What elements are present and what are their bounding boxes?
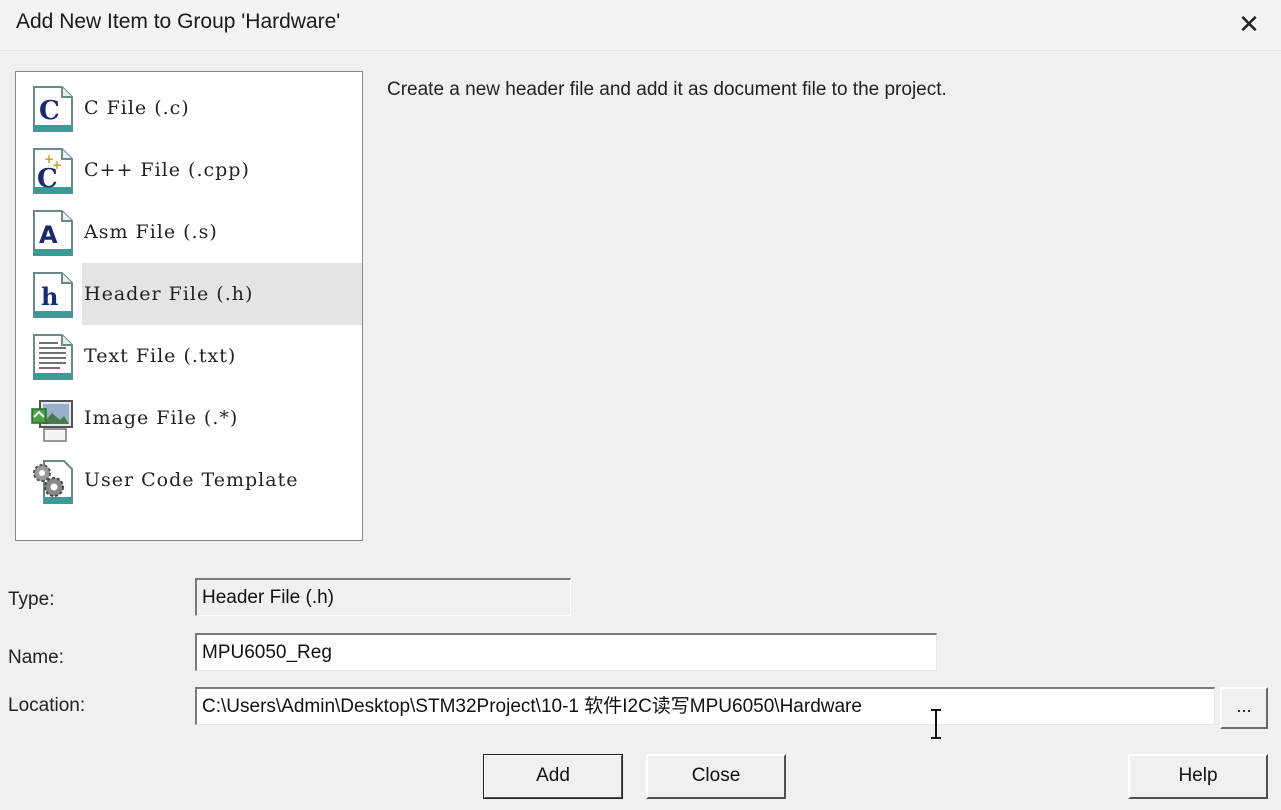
list-item-asm-file[interactable]: A Asm File (.s): [16, 201, 362, 263]
user-code-template-icon: [33, 460, 73, 504]
list-item-image-file[interactable]: Image File (.*): [16, 387, 362, 449]
image-file-icon: [31, 400, 73, 442]
title-bar: Add New Item to Group 'Hardware' ✕: [0, 0, 1281, 51]
c-file-icon: C: [33, 86, 73, 132]
help-button[interactable]: Help: [1128, 754, 1268, 799]
list-item-label: Header File (.h): [82, 263, 362, 325]
list-item-label: Image File (.*): [84, 407, 239, 429]
close-button[interactable]: Close: [646, 754, 786, 799]
location-field[interactable]: C:\Users\Admin\Desktop\STM32Project\10-1…: [195, 687, 1215, 725]
list-item-label: Text File (.txt): [84, 345, 237, 367]
item-type-list[interactable]: C C File (.c) C + + C++ File (.cpp) A As…: [15, 71, 363, 541]
add-button[interactable]: Add: [483, 754, 623, 799]
text-file-icon: [33, 334, 73, 380]
list-item-c-file[interactable]: C C File (.c): [16, 77, 362, 139]
header-file-icon: h: [33, 272, 73, 318]
location-label: Location:: [8, 695, 86, 716]
list-item-label: Asm File (.s): [84, 221, 218, 243]
svg-text:C: C: [39, 96, 60, 126]
list-item-text-file[interactable]: Text File (.txt): [16, 325, 362, 387]
list-item-label: User Code Template: [84, 469, 299, 491]
item-description: Create a new header file and add it as d…: [387, 79, 947, 100]
type-field: Header File (.h): [195, 578, 571, 616]
svg-text:+: +: [52, 158, 62, 172]
svg-text:h: h: [41, 282, 58, 311]
asm-file-icon: A: [33, 210, 73, 256]
list-item-header-file[interactable]: h Header File (.h): [16, 263, 362, 325]
text-cursor-icon: [931, 709, 941, 739]
cpp-file-icon: C + +: [33, 148, 73, 194]
list-item-label: C File (.c): [84, 97, 190, 119]
close-icon[interactable]: ✕: [1231, 6, 1267, 42]
list-item-user-code-template[interactable]: User Code Template: [16, 449, 362, 511]
name-label: Name:: [8, 647, 64, 668]
list-item-cpp-file[interactable]: C + + C++ File (.cpp): [16, 139, 362, 201]
svg-text:A: A: [39, 221, 58, 249]
dialog-title: Add New Item to Group 'Hardware': [16, 10, 341, 33]
browse-button[interactable]: ...: [1220, 687, 1268, 729]
type-label: Type:: [8, 589, 55, 610]
name-field[interactable]: MPU6050_Reg: [195, 633, 937, 671]
list-item-label: C++ File (.cpp): [84, 159, 250, 181]
